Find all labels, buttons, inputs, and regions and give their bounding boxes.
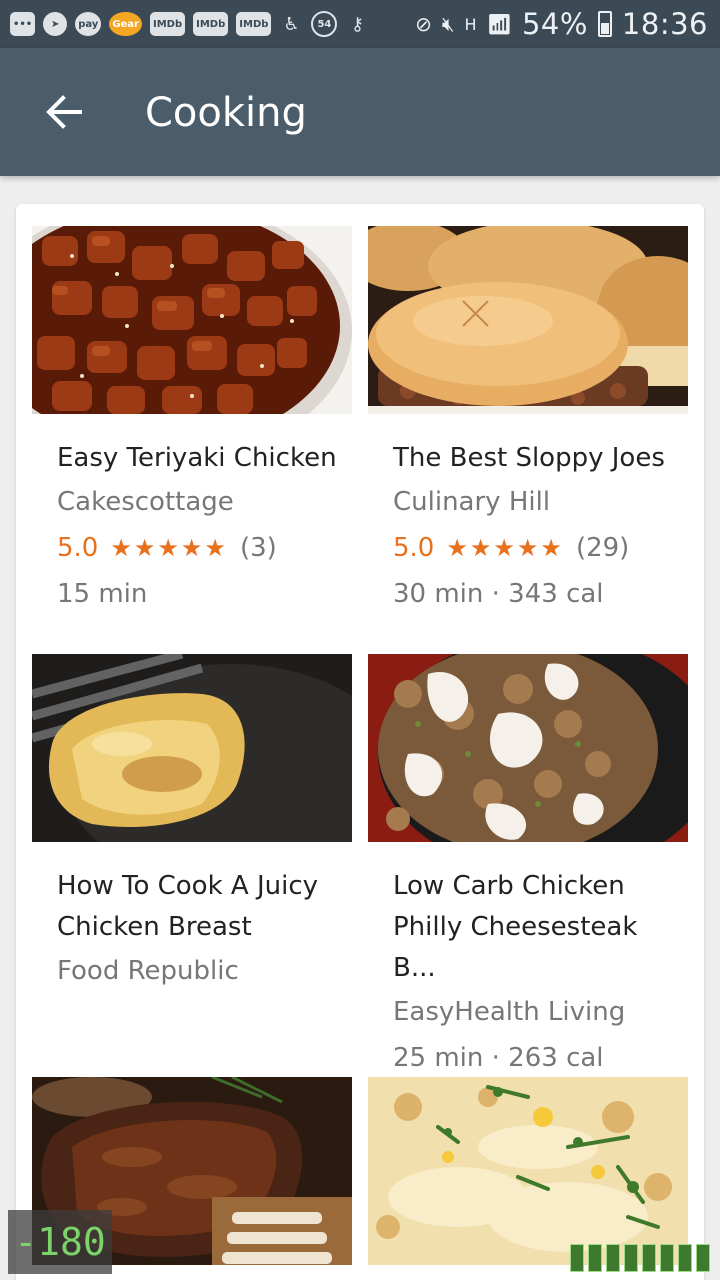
recipe-title: Easy Teriyaki Chicken [57,443,337,473]
clock: 18:36 [621,7,708,41]
battery-percent: 54% [521,7,588,41]
fps-counter: -180 [8,1210,112,1274]
recipe-image-sloppy-joes[interactable] [368,226,688,414]
imdb-icon: IMDb [236,12,272,36]
back-button[interactable] [34,86,94,138]
recipe-image-philly-cheesesteak[interactable] [368,654,688,842]
performance-bars [570,1244,710,1272]
imdb-icon: IMDb [149,12,186,36]
perf-bar [696,1244,710,1272]
perf-bar [660,1244,674,1272]
accessibility-icon: ♿ [283,13,300,35]
recipe-image-teriyaki-chicken[interactable] [32,226,352,414]
network-type-icon: H [464,14,477,34]
perf-bar [570,1244,584,1272]
star-rating-icon: ★★★★★ [446,534,564,562]
perf-bar [678,1244,692,1272]
recipe-grid-card: Easy Teriyaki Chicken Cakescottage 5.0 ★… [16,204,704,1280]
recipe-source: EasyHealth Living [393,997,626,1027]
mute-icon: 🔇︎ [441,12,455,36]
recipe-source: Culinary Hill [393,487,551,517]
recipe-item[interactable]: The Best Sloppy Joes Culinary Hill 5.0 ★… [368,226,688,617]
recipe-image-cheesy-casserole[interactable] [368,1077,688,1265]
status-bar: ••• ➤ pay Gear IMDb IMDb IMDb ♿ 54 ⚷ ⊘ 🔇… [0,0,720,48]
recipe-meta: 25 min · 263 cal [393,1043,604,1073]
recipe-title: The Best Sloppy Joes [393,443,665,473]
review-count: (3) [239,533,277,563]
key-icon: ⚷ [350,13,364,35]
review-count: (29) [575,533,630,563]
recipe-image-chicken-breast[interactable] [32,654,352,842]
page-title: Cooking [145,90,307,136]
back-arrow-icon [46,95,82,129]
perf-bar [624,1244,638,1272]
recipe-item[interactable]: How To Cook A Juicy Chicken Breast Food … [32,654,352,994]
app-bar: Cooking [0,48,720,176]
rating-score: 5.0 [57,533,99,563]
screen-off-icon: ⊘ [415,12,432,36]
imdb-icon: IMDb [193,12,229,36]
notification-count-icon: 54 [311,11,338,37]
recipe-source: Food Republic [57,956,239,986]
recipe-meta: 30 min · 343 cal [393,579,604,609]
recipe-item[interactable]: Easy Teriyaki Chicken Cakescottage 5.0 ★… [32,226,352,617]
rating-score: 5.0 [393,533,435,563]
pay-icon: pay [75,12,102,36]
signal-icon: 📶︎ [486,12,512,36]
recipe-rating: 5.0 ★★★★★ (29) [393,525,688,571]
star-rating-icon: ★★★★★ [110,534,228,562]
recipe-source: Cakescottage [57,487,234,517]
recipe-meta: 15 min [57,579,148,609]
perf-bar [588,1244,602,1272]
recipe-item[interactable] [368,1077,688,1265]
recipe-title: Low Carb Chicken Philly Cheesesteak B... [393,871,638,983]
recipe-item[interactable]: Low Carb Chicken Philly Cheesesteak B...… [368,654,688,1081]
more-icon: ••• [10,12,36,36]
telegram-icon: ➤ [43,12,68,36]
battery-icon [597,11,612,37]
recipe-title: How To Cook A Juicy Chicken Breast [57,871,319,942]
recipe-rating: 5.0 ★★★★★ (3) [57,525,352,571]
perf-bar [606,1244,620,1272]
gear-icon: Gear [109,12,142,36]
perf-bar [642,1244,656,1272]
